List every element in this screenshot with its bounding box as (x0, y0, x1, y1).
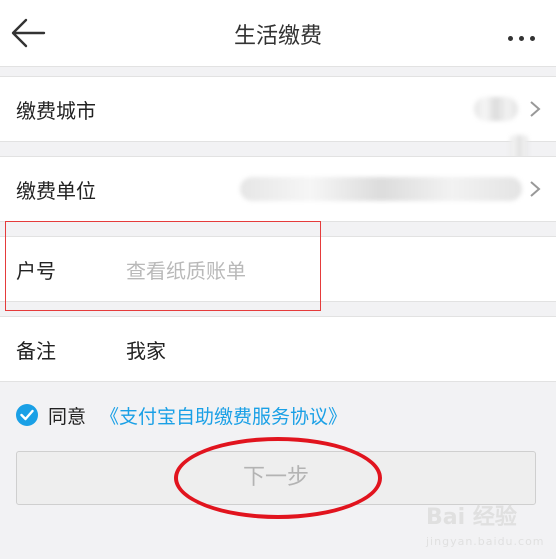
city-label: 缴费城市 (16, 99, 96, 123)
city-value-redacted (474, 97, 518, 121)
agree-prefix: 同意 (48, 406, 87, 428)
unit-label: 缴费单位 (16, 179, 96, 203)
watermark-url: jingyan.baidu.com (426, 535, 545, 548)
page-title: 生活缴费 (233, 24, 322, 49)
annotation-rectangle (5, 221, 321, 311)
note-label: 备注 (16, 339, 56, 363)
agree-checkbox[interactable] (16, 404, 38, 426)
baidu-jingyan-watermark: Bai 经验 jingyan.baidu.com (426, 506, 552, 556)
chevron-right-icon (530, 181, 541, 197)
unit-value-redacted (240, 177, 522, 201)
annotation-ellipse (174, 437, 382, 519)
note-row[interactable]: 备注 我家 (0, 316, 556, 382)
city-row[interactable]: 缴费城市 (0, 76, 556, 185)
check-icon (20, 409, 34, 421)
top-bar: 生活缴费 (0, 0, 556, 67)
note-input[interactable]: 我家 (126, 335, 166, 364)
more-button[interactable] (508, 26, 542, 41)
unit-row[interactable]: 缴费单位 (0, 156, 556, 222)
chevron-right-icon (530, 101, 541, 117)
agreement-link[interactable]: 《支付宝自助缴费服务协议》 (100, 402, 347, 429)
more-dots-icon (508, 36, 513, 41)
watermark-brand: Bai 经验 (426, 505, 517, 530)
